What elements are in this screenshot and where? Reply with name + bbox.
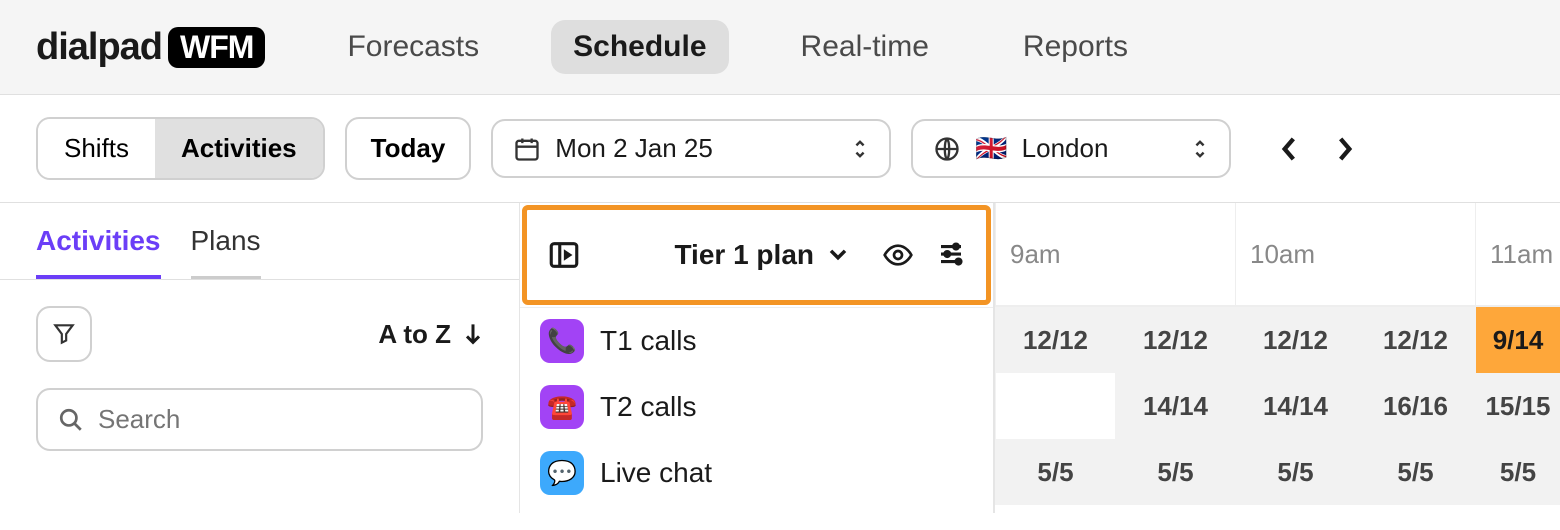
view-mode-toggle: Shifts Activities xyxy=(36,117,325,180)
main-grid: Activities Plans A to Z xyxy=(0,203,1560,513)
next-arrow[interactable] xyxy=(1337,136,1353,162)
panel-collapse-icon[interactable] xyxy=(547,238,581,272)
time-col-10am: 10am xyxy=(1235,203,1355,305)
data-row: 5/55/55/55/55/5 xyxy=(995,439,1560,505)
plan-row-live-chat[interactable]: 💬 Live chat xyxy=(520,440,993,506)
nav-tabs: Forecasts Schedule Real-time Reports xyxy=(325,20,1150,74)
plan-header: Tier 1 plan xyxy=(522,205,991,305)
date-nav-arrows xyxy=(1281,136,1353,162)
up-down-icon xyxy=(851,137,869,161)
data-cell: 16/16 xyxy=(1355,373,1475,439)
time-col-11am: 11am xyxy=(1475,203,1560,305)
date-label: Mon 2 Jan 25 xyxy=(555,133,713,164)
globe-icon xyxy=(933,135,961,163)
sub-tabs: Activities Plans xyxy=(0,203,519,279)
plan-row-label: T1 calls xyxy=(600,325,696,357)
data-cell: 12/12 xyxy=(1115,307,1235,373)
time-col-9am: 9am xyxy=(995,203,1115,305)
calendar-icon xyxy=(513,135,541,163)
sort-button[interactable]: A to Z xyxy=(378,319,483,350)
logo-badge: WFM xyxy=(168,27,265,68)
plan-title: Tier 1 plan xyxy=(674,239,814,271)
data-cell: 5/5 xyxy=(1475,439,1560,505)
timezone-selector[interactable]: 🇬🇧 London xyxy=(911,119,1231,178)
logo-text: dialpad xyxy=(36,26,162,69)
data-cell: 15/15 xyxy=(1475,373,1560,439)
sidebar-left: Activities Plans A to Z xyxy=(0,203,520,513)
nav-tab-forecasts[interactable]: Forecasts xyxy=(325,20,501,74)
toolbar: Shifts Activities Today Mon 2 Jan 25 🇬🇧 … xyxy=(0,95,1560,203)
filter-row: A to Z xyxy=(0,280,519,382)
sliders-icon[interactable] xyxy=(936,239,966,271)
sort-label: A to Z xyxy=(378,319,451,350)
data-cell: 9/14 xyxy=(1475,307,1560,373)
nav-tab-realtime[interactable]: Real-time xyxy=(779,20,951,74)
data-cell: 5/5 xyxy=(1115,439,1235,505)
plan-column: Tier 1 plan 📞 T1 calls ☎️ T2 xyxy=(520,203,995,513)
data-row: 12/1212/1212/1212/129/14 xyxy=(995,307,1560,373)
search-icon xyxy=(58,407,84,433)
search-input[interactable] xyxy=(98,404,461,435)
phone-icon: 📞 xyxy=(540,319,584,363)
arrow-down-icon xyxy=(463,322,483,346)
time-header: 9am 10am 11am xyxy=(995,203,1560,307)
plan-list: 📞 T1 calls ☎️ T2 calls 💬 Live chat xyxy=(520,307,993,506)
plan-row-t1-calls[interactable]: 📞 T1 calls xyxy=(520,308,993,374)
eye-icon[interactable] xyxy=(882,239,914,271)
logo: dialpad WFM xyxy=(36,26,265,69)
top-bar: dialpad WFM Forecasts Schedule Real-time… xyxy=(0,0,1560,95)
activities-button[interactable]: Activities xyxy=(155,119,323,178)
up-down-icon xyxy=(1191,137,1209,161)
data-cell: 5/5 xyxy=(1235,439,1355,505)
timeline: 9am 10am 11am 12/1212/1212/1212/129/1414… xyxy=(995,203,1560,513)
data-row: 14/1414/1416/1615/15 xyxy=(995,373,1560,439)
data-cell: 5/5 xyxy=(1355,439,1475,505)
search-box[interactable] xyxy=(36,388,483,451)
telephone-icon: ☎️ xyxy=(540,385,584,429)
data-cell: 12/12 xyxy=(995,307,1115,373)
tab-activities[interactable]: Activities xyxy=(36,225,161,279)
filter-button[interactable] xyxy=(36,306,92,362)
data-rows: 12/1212/1212/1212/129/1414/1414/1416/161… xyxy=(995,307,1560,505)
timezone-label: London xyxy=(1022,133,1109,164)
nav-tab-schedule[interactable]: Schedule xyxy=(551,20,728,74)
plan-title-dropdown[interactable]: Tier 1 plan xyxy=(674,239,848,271)
data-cell: 12/12 xyxy=(1355,307,1475,373)
funnel-icon xyxy=(51,321,77,347)
data-cell: 12/12 xyxy=(1235,307,1355,373)
plan-row-t2-calls[interactable]: ☎️ T2 calls xyxy=(520,374,993,440)
data-cell: 5/5 xyxy=(995,439,1115,505)
data-cell: 14/14 xyxy=(1115,373,1235,439)
flag-icon: 🇬🇧 xyxy=(975,133,1007,164)
nav-tab-reports[interactable]: Reports xyxy=(1001,20,1150,74)
date-selector[interactable]: Mon 2 Jan 25 xyxy=(491,119,891,178)
tab-plans[interactable]: Plans xyxy=(191,225,261,279)
chevron-down-icon xyxy=(828,248,848,262)
plan-row-label: Live chat xyxy=(600,457,712,489)
data-cell: 14/14 xyxy=(1235,373,1355,439)
shifts-button[interactable]: Shifts xyxy=(38,119,155,178)
plan-row-label: T2 calls xyxy=(600,391,696,423)
today-button[interactable]: Today xyxy=(345,117,472,180)
data-cell xyxy=(995,373,1115,439)
chat-icon: 💬 xyxy=(540,451,584,495)
prev-arrow[interactable] xyxy=(1281,136,1297,162)
